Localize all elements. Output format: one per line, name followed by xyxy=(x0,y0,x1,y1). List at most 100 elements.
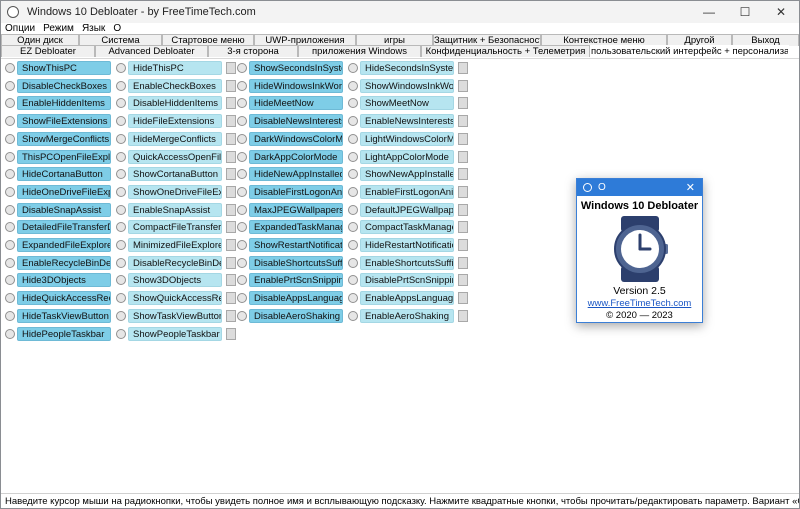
option-button[interactable]: DarkWindowsColorMode xyxy=(249,131,343,146)
option-button[interactable]: ShowNewAppInstalledNotifica xyxy=(360,167,454,182)
option-button[interactable]: EnablePrtScnSnippingTool xyxy=(249,273,343,288)
close-button[interactable]: ✕ xyxy=(763,1,799,23)
option-button[interactable]: HideMergeConflicts xyxy=(128,131,222,146)
option-button[interactable]: DisableHiddenItems xyxy=(128,96,222,111)
option-button[interactable]: DetailedFileTransferDialog xyxy=(17,220,111,235)
radio-button[interactable] xyxy=(116,169,126,180)
option-button[interactable]: ShowSecondsInSystemClock xyxy=(249,61,343,75)
radio-button[interactable] xyxy=(116,240,126,250)
option-button[interactable]: ShowWindowsInkWorkspace xyxy=(360,78,454,93)
edit-parameter-button[interactable] xyxy=(458,132,468,145)
edit-parameter-button[interactable] xyxy=(458,185,468,198)
radio-button[interactable] xyxy=(5,293,15,304)
radio-button[interactable] xyxy=(237,275,247,286)
option-button[interactable]: DisableCheckBoxes xyxy=(17,78,111,93)
option-button[interactable]: DisableFirstLogonAnimation xyxy=(249,184,343,199)
edit-parameter-button[interactable] xyxy=(226,239,236,251)
option-button[interactable]: HideSecondsInSystemClock xyxy=(360,61,454,75)
radio-button[interactable] xyxy=(116,293,126,304)
option-button[interactable]: DisablePrtScnSnippingTool xyxy=(360,273,454,288)
radio-button[interactable] xyxy=(348,293,358,304)
edit-parameter-button[interactable] xyxy=(226,221,236,234)
radio-button[interactable] xyxy=(348,169,358,180)
option-button[interactable]: CompactFileTransferDialog xyxy=(128,220,222,235)
radio-button[interactable] xyxy=(348,116,358,127)
radio-button[interactable] xyxy=(237,169,247,180)
edit-parameter-button[interactable] xyxy=(458,292,468,305)
edit-parameter-button[interactable] xyxy=(458,203,468,216)
option-button[interactable]: EnableNewsInterests xyxy=(360,114,454,129)
option-button[interactable]: HideWindowsInkWorkspace xyxy=(249,78,343,93)
option-button[interactable]: EnableShortcutsSuffix xyxy=(360,255,454,270)
option-button[interactable]: EnableRecycleBinDeleteConfir xyxy=(17,255,111,270)
radio-button[interactable] xyxy=(237,204,247,215)
radio-button[interactable] xyxy=(348,240,358,250)
edit-parameter-button[interactable] xyxy=(226,256,236,269)
edit-parameter-button[interactable] xyxy=(226,79,236,92)
edit-parameter-button[interactable] xyxy=(226,115,236,128)
radio-button[interactable] xyxy=(348,275,358,286)
radio-button[interactable] xyxy=(348,63,358,73)
edit-parameter-button[interactable] xyxy=(458,62,468,74)
option-button[interactable]: EnableAeroShaking xyxy=(360,308,454,323)
tab-windows-apps[interactable]: приложения Windows xyxy=(298,45,421,57)
radio-button[interactable] xyxy=(116,133,126,144)
edit-parameter-button[interactable] xyxy=(458,256,468,269)
tab-ui-personalization[interactable]: пользовательский интерфейс + персонализа… xyxy=(590,45,789,57)
option-button[interactable]: DarkAppColorMode xyxy=(249,149,343,164)
option-button[interactable]: ExpandedTaskManagerWindo xyxy=(249,220,343,235)
option-button[interactable]: HideThisPC xyxy=(128,61,222,75)
radio-button[interactable] xyxy=(237,310,247,321)
radio-button[interactable] xyxy=(237,293,247,304)
option-button[interactable]: MaxJPEGWallpapersQuality xyxy=(249,202,343,217)
option-button[interactable]: DefaultJPEGWallpapersQuality xyxy=(360,202,454,217)
radio-button[interactable] xyxy=(116,257,126,268)
option-button[interactable]: ShowThisPC xyxy=(17,61,111,75)
option-button[interactable]: HideFileExtensions xyxy=(128,114,222,129)
radio-button[interactable] xyxy=(237,240,247,250)
edit-parameter-button[interactable] xyxy=(458,79,468,92)
radio-button[interactable] xyxy=(237,222,247,233)
option-button[interactable]: ExpandedFileExplorerRibbon xyxy=(17,238,111,252)
radio-button[interactable] xyxy=(5,133,15,144)
radio-button[interactable] xyxy=(237,186,247,197)
option-button[interactable]: HideTaskViewButton xyxy=(17,308,111,323)
radio-button[interactable] xyxy=(116,63,126,73)
radio-button[interactable] xyxy=(5,275,15,286)
option-button[interactable]: HideNewAppInstalledNotificat xyxy=(249,167,343,182)
radio-button[interactable] xyxy=(348,151,358,162)
edit-parameter-button[interactable] xyxy=(458,168,468,181)
option-button[interactable]: DisableRecycleBinDeleteConfi xyxy=(128,255,222,270)
tab-third-party[interactable]: 3-я сторона xyxy=(208,45,298,57)
edit-parameter-button[interactable] xyxy=(226,132,236,145)
radio-button[interactable] xyxy=(237,151,247,162)
radio-button[interactable] xyxy=(237,257,247,268)
edit-parameter-button[interactable] xyxy=(226,150,236,163)
option-button[interactable]: DisableShortcutsSuffix xyxy=(249,255,343,270)
option-button[interactable]: Hide3DObjects xyxy=(17,273,111,288)
about-website-link[interactable]: www.FreeTimeTech.com xyxy=(577,298,702,309)
radio-button[interactable] xyxy=(348,80,358,91)
edit-parameter-button[interactable] xyxy=(226,185,236,198)
edit-parameter-button[interactable] xyxy=(226,97,236,110)
option-button[interactable]: HideQuickAccessRecentFiles xyxy=(17,291,111,306)
edit-parameter-button[interactable] xyxy=(458,239,468,251)
edit-parameter-button[interactable] xyxy=(458,150,468,163)
radio-button[interactable] xyxy=(237,116,247,127)
radio-button[interactable] xyxy=(5,116,15,127)
radio-button[interactable] xyxy=(348,133,358,144)
maximize-button[interactable]: ☐ xyxy=(727,1,763,23)
radio-button[interactable] xyxy=(5,328,15,339)
option-button[interactable]: ThisPCOpenFileExplorerTo xyxy=(17,149,111,164)
edit-parameter-button[interactable] xyxy=(458,274,468,287)
radio-button[interactable] xyxy=(116,116,126,127)
radio-button[interactable] xyxy=(5,63,15,73)
option-button[interactable]: ShowOneDriveFileExplorerAd xyxy=(128,184,222,199)
minimize-button[interactable]: — xyxy=(691,1,727,23)
radio-button[interactable] xyxy=(5,204,15,215)
radio-button[interactable] xyxy=(5,240,15,250)
edit-parameter-button[interactable] xyxy=(226,309,236,322)
option-button[interactable]: CompactTaskManagerWindow xyxy=(360,220,454,235)
option-button[interactable]: EnableAppsLanguageSwitch xyxy=(360,291,454,306)
edit-parameter-button[interactable] xyxy=(458,221,468,234)
